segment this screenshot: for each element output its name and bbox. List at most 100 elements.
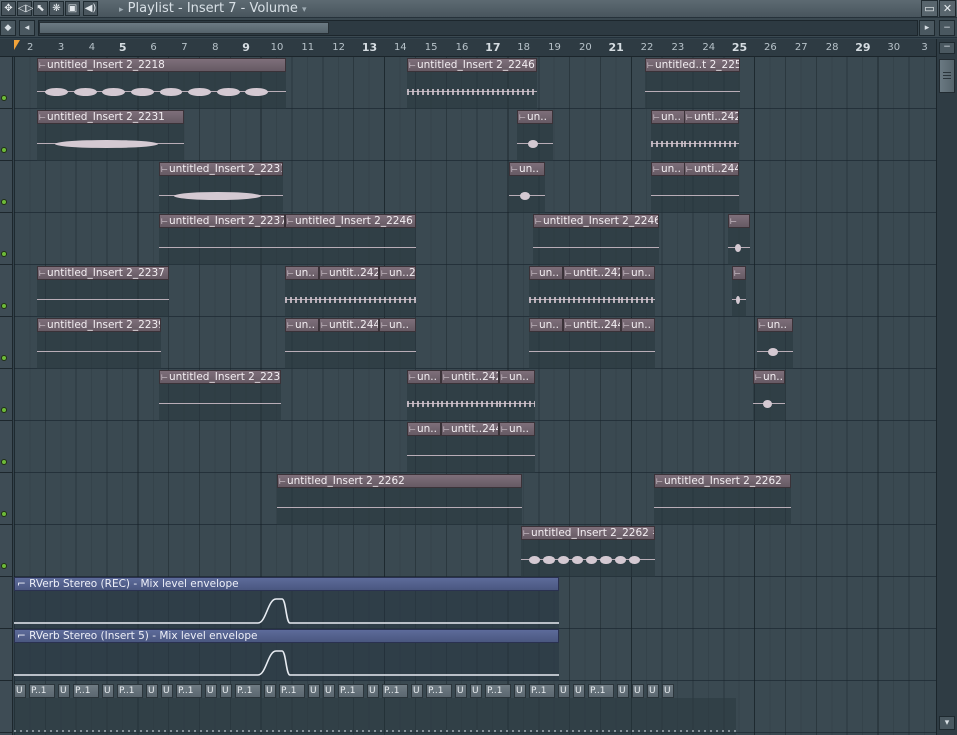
- clip-header[interactable]: ⊢un..: [529, 318, 563, 332]
- clip-header[interactable]: ⊢unti..242: [684, 110, 739, 124]
- window-title[interactable]: ▸ Playlist - Insert 7 - Volume ▾: [119, 0, 307, 19]
- clip-header[interactable]: ⊢un..: [407, 422, 441, 436]
- clip-header[interactable]: ⊢unti..244: [684, 162, 739, 176]
- audio-clip[interactable]: ⊢un..: [757, 318, 793, 369]
- automation-clip-header[interactable]: ⌐ RVerb Stereo (Insert 5) - Mix level en…: [14, 629, 559, 643]
- clip-menu-icon[interactable]: ⊢: [161, 372, 168, 383]
- audio-clip[interactable]: ⊢untit..242: [441, 370, 499, 421]
- audio-clip[interactable]: ⊢: [732, 266, 746, 317]
- snap-toggle-icon[interactable]: ◆: [0, 20, 16, 36]
- restore-icon[interactable]: ▭: [921, 0, 938, 17]
- audio-clip[interactable]: ⊢un..: [379, 318, 416, 369]
- clip-menu-icon[interactable]: ⊢: [321, 320, 328, 331]
- pattern-block[interactable]: P..1: [529, 684, 555, 698]
- pattern-block[interactable]: P..1: [117, 684, 143, 698]
- clip-menu-icon[interactable]: ⊢: [501, 372, 508, 383]
- track-led-icon[interactable]: [1, 251, 7, 257]
- clip-menu-icon[interactable]: ⊢: [653, 112, 660, 123]
- clip-header[interactable]: ⊢untit..244: [319, 318, 379, 332]
- clip-header[interactable]: ⊢untitled_Insert 2_2218: [37, 58, 286, 72]
- pattern-block[interactable]: P..1: [29, 684, 55, 698]
- clip-menu-icon[interactable]: ⊢: [501, 424, 508, 435]
- scroll-up-button[interactable]: −: [939, 42, 955, 54]
- clip-menu-icon[interactable]: ⊢: [531, 320, 538, 331]
- pattern-block[interactable]: U: [102, 684, 114, 698]
- audio-clip[interactable]: ⊢untitled_Insert 2_2262 #2: [521, 526, 655, 577]
- horizontal-scrollbar[interactable]: [38, 20, 918, 36]
- pattern-block[interactable]: U: [514, 684, 526, 698]
- clip-header[interactable]: ⊢un..: [499, 422, 535, 436]
- clip-menu-icon[interactable]: ⊢: [523, 528, 530, 539]
- audio-clip[interactable]: ⊢untitled_Insert 2_2262: [277, 474, 522, 525]
- clip-menu-icon[interactable]: ⊢: [730, 216, 737, 227]
- clip-menu-icon[interactable]: ⊢: [734, 268, 741, 279]
- clip-header[interactable]: ⊢untitled_Insert 2_2237: [37, 266, 169, 280]
- pattern-block[interactable]: U: [367, 684, 379, 698]
- clip-menu-icon[interactable]: ⊢: [39, 60, 46, 71]
- clip-header[interactable]: ⊢un..: [529, 266, 563, 280]
- pattern-block[interactable]: U: [573, 684, 585, 698]
- pattern-block[interactable]: U: [308, 684, 320, 698]
- clip-header[interactable]: ⊢un..: [757, 318, 793, 332]
- clip-menu-icon[interactable]: ⊢: [39, 112, 46, 123]
- clip-header[interactable]: ⊢untitled_Insert 2_2246: [407, 58, 537, 72]
- clip-header[interactable]: ⊢untitled_Insert 2_2231: [159, 162, 283, 176]
- clip-header[interactable]: ⊢: [728, 214, 750, 228]
- audio-clip[interactable]: ⊢untitled_Insert 2_2231: [37, 110, 184, 161]
- timeline-ruler[interactable]: 2 3 4 5 6 7 8 9 10 11 12 13 14 15 16 17 18 19 20 21 22 23 24 25…: [0, 39, 936, 57]
- pattern-block[interactable]: U: [558, 684, 570, 698]
- clip-menu-icon[interactable]: ⊢: [321, 268, 328, 279]
- audio-clip[interactable]: ⊢un..: [529, 266, 563, 317]
- pattern-block[interactable]: U: [58, 684, 70, 698]
- clip-menu-icon[interactable]: ⊢: [161, 164, 168, 175]
- clip-menu-icon[interactable]: ⊢: [381, 268, 388, 279]
- audio-clip[interactable]: ⊢untitled_Insert 2_2246: [533, 214, 659, 265]
- audio-clip[interactable]: ⊢untitled_Insert 2_2239: [37, 318, 161, 369]
- clip-menu-icon[interactable]: ⊢: [686, 112, 693, 123]
- automation-clip[interactable]: ⌐ RVerb Stereo (REC) - Mix level envelop…: [14, 577, 559, 629]
- audio-clip[interactable]: ⊢unti..242: [684, 110, 739, 161]
- clip-header[interactable]: ⊢un..: [753, 370, 785, 384]
- scroll-left-button[interactable]: ◂: [19, 20, 35, 36]
- clip-header[interactable]: ⊢untit..244: [563, 318, 621, 332]
- audio-clip[interactable]: ⊢untitled_Insert 2_2237: [37, 266, 169, 317]
- audio-clip[interactable]: ⊢un..: [529, 318, 563, 369]
- pattern-block[interactable]: U: [411, 684, 423, 698]
- clip-menu-icon[interactable]: ⊢: [565, 320, 572, 331]
- pattern-block[interactable]: U: [470, 684, 482, 698]
- pattern-block[interactable]: U: [455, 684, 467, 698]
- clip-menu-icon[interactable]: ⊢: [409, 424, 416, 435]
- clip-menu-icon[interactable]: ⊢: [535, 216, 542, 227]
- track-led-icon[interactable]: [1, 95, 7, 101]
- audio-clip[interactable]: ⊢un..: [621, 318, 655, 369]
- pattern-block[interactable]: P..1: [279, 684, 305, 698]
- clip-header[interactable]: ⊢untitled_Insert 2_2246: [285, 214, 416, 228]
- audio-clip[interactable]: ⊢un..: [621, 266, 655, 317]
- pattern-block[interactable]: U: [617, 684, 629, 698]
- pattern-block[interactable]: P..1: [426, 684, 452, 698]
- audio-clip[interactable]: ⊢un..: [407, 422, 441, 473]
- clip-header[interactable]: ⊢untitled_Insert 2_2239: [159, 370, 281, 384]
- audio-clip[interactable]: ⊢un..: [407, 370, 441, 421]
- pattern-block[interactable]: P..1: [588, 684, 614, 698]
- audio-clip[interactable]: ⊢untitled_Insert 2_2246: [407, 58, 537, 109]
- audio-clip[interactable]: ⊢untit..242: [319, 266, 379, 317]
- zoom-icon[interactable]: ◁▷: [17, 1, 33, 16]
- clip-menu-icon[interactable]: ⊢: [287, 268, 294, 279]
- pattern-block[interactable]: U: [647, 684, 659, 698]
- clip-header[interactable]: ⊢un..: [651, 162, 685, 176]
- clip-menu-icon[interactable]: ⊢: [381, 320, 388, 331]
- audio-clip[interactable]: ⊢: [728, 214, 750, 265]
- audio-clip[interactable]: ⊢un..: [651, 110, 685, 161]
- audio-clip[interactable]: ⊢untitled_Insert 2_2239: [159, 370, 281, 421]
- audio-clip[interactable]: ⊢un..: [517, 110, 553, 161]
- clip-header[interactable]: ⊢untit..242: [441, 370, 499, 384]
- clip-menu-icon[interactable]: ⊢: [279, 476, 286, 487]
- pattern-block[interactable]: P..1: [485, 684, 511, 698]
- move-icon[interactable]: ✥: [1, 1, 16, 16]
- track-led-icon[interactable]: [1, 459, 7, 465]
- automation-clip[interactable]: ⌐ RVerb Stereo (Insert 5) - Mix level en…: [14, 629, 559, 681]
- clip-header[interactable]: ⊢un..: [621, 266, 655, 280]
- audio-clip[interactable]: ⊢untitled_Insert 2_2246: [285, 214, 416, 265]
- vertical-scrollbar[interactable]: − ▾: [936, 39, 957, 735]
